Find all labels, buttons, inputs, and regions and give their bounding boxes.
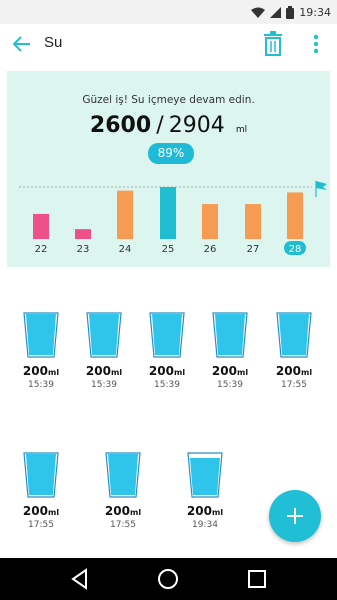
water-entry[interactable]: 200ml 17:55 [93,452,153,530]
entry-amount: 200ml [137,364,197,378]
nav-recents-icon[interactable] [245,567,269,591]
entry-amount-unit: ml [236,368,249,377]
entry-time: 17:55 [281,380,307,390]
water-entry[interactable]: 200ml 17:55 [264,312,324,390]
chart-bar[interactable] [245,204,261,239]
chart-bar[interactable] [160,187,176,239]
chart-bar[interactable] [287,192,303,239]
water-entry[interactable]: 200ml 15:39 [137,312,197,390]
entry-amount-unit: ml [211,508,224,517]
chart-day-label[interactable]: 24 [119,244,132,255]
plus-icon [287,508,303,524]
entry-amount-value: 200 [211,364,237,378]
entry-amount: 200ml [175,504,235,518]
water-glass-icon [276,312,312,358]
entry-amount-unit: ml [173,368,186,377]
entry-amount: 200ml [74,364,134,378]
water-glass-icon [23,312,59,358]
entry-amount-unit: ml [47,508,60,517]
water-entry[interactable]: 200ml 17:55 [11,452,71,530]
water-glass-icon [212,312,248,358]
entry-amount: 200ml [200,364,260,378]
signal-icon [270,6,282,18]
entry-time: 15:39 [28,380,54,390]
wifi-icon [251,7,266,18]
water-entry[interactable]: 200ml 15:39 [200,312,260,390]
chart-bar[interactable] [117,190,133,239]
entry-amount-value: 200 [22,504,48,518]
status-bar: 19:34 [0,0,337,24]
entry-amount-value: 200 [104,504,130,518]
back-arrow-icon[interactable] [10,32,34,56]
entry-amount-value: 200 [85,364,111,378]
chart-bar[interactable] [75,229,91,239]
water-glass-icon [187,452,223,498]
entry-amount-unit: ml [300,368,313,377]
entry-time: 17:55 [110,520,136,530]
nav-back-icon[interactable] [68,567,92,591]
entry-time: 15:39 [91,380,117,390]
app-bar: Su [0,24,337,64]
nav-home-icon[interactable] [156,567,180,591]
entry-amount-unit: ml [47,368,60,377]
navigation-bar [0,558,337,600]
chart-day-label[interactable]: 25 [162,244,175,255]
summary-card: Güzel iş! Su içmeye devam edin. 2600 / 2… [7,71,330,267]
water-glass-icon [86,312,122,358]
entry-amount: 200ml [264,364,324,378]
more-vert-icon[interactable] [306,32,326,56]
intake-totals: 2600 / 2904 ml [7,113,330,138]
water-glass-icon [149,312,185,358]
entry-amount: 200ml [93,504,153,518]
chart-day-label[interactable]: 27 [247,244,260,255]
entry-amount: 200ml [11,364,71,378]
goal-intake: 2904 [168,113,225,138]
chart-day-label[interactable]: 23 [77,244,90,255]
chart-bar[interactable] [33,213,49,239]
water-glass-icon [23,452,59,498]
goal-flag-icon [315,181,327,197]
entry-amount-value: 200 [22,364,48,378]
percent-badge: 89% [148,143,194,164]
water-glass-icon [105,452,141,498]
battery-icon [286,5,295,19]
entry-time: 15:39 [154,380,180,390]
entry-time: 17:55 [28,520,54,530]
chart-day-label[interactable]: 26 [204,244,217,255]
water-entry[interactable]: 200ml 15:39 [11,312,71,390]
page-title: Su [44,34,63,51]
entry-amount-unit: ml [110,368,123,377]
entry-time: 19:34 [192,520,218,530]
entry-time: 15:39 [217,380,243,390]
trash-icon[interactable] [262,31,284,57]
entry-amount-value: 200 [186,504,212,518]
water-entry[interactable]: 200ml 19:34 [175,452,235,530]
entry-amount-unit: ml [129,508,142,517]
chart-day-label[interactable]: 22 [35,244,48,255]
chart-day-label[interactable]: 28 [289,244,302,255]
totals-separator: / [156,113,164,138]
chart-bar[interactable] [202,204,218,239]
current-intake: 2600 [89,113,152,138]
encouragement-message: Güzel iş! Su içmeye devam edin. [82,94,255,106]
entry-amount-value: 200 [275,364,301,378]
status-time: 19:34 [299,5,331,19]
entry-amount: 200ml [11,504,71,518]
totals-unit: ml [235,125,248,135]
weekly-intake-chart: 22 23 24 25 26 27 28 [19,181,327,255]
entry-amount-value: 200 [148,364,174,378]
add-water-button[interactable] [269,490,321,542]
water-entry[interactable]: 200ml 15:39 [74,312,134,390]
